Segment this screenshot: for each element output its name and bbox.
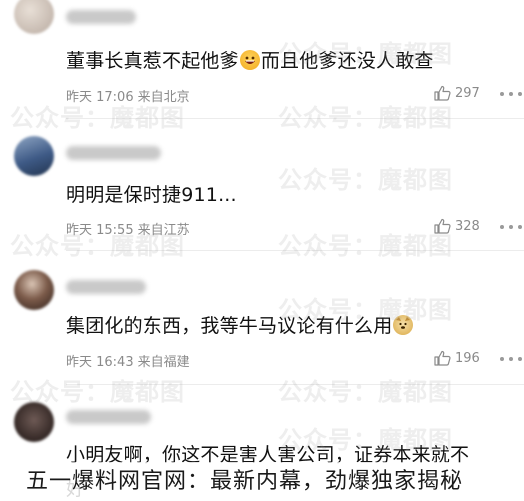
avatar[interactable]: [14, 136, 54, 176]
more-options-icon[interactable]: [500, 217, 522, 237]
avatar[interactable]: [14, 270, 54, 310]
username[interactable]: [66, 146, 161, 160]
comment-text: 董事长真惹不起他爹 而且他爹还没人敢查: [66, 46, 434, 73]
comment-meta: 昨天 15:55 来自江苏: [66, 219, 190, 238]
comment-text: 明明是保时捷911...: [66, 184, 237, 206]
like-count: 196: [455, 350, 480, 366]
comment-text: 集团化的东西，我等牛马议论有什么用: [66, 311, 414, 338]
watermark-text: 公众号：魔都图: [278, 378, 453, 406]
thumbs-up-icon: [434, 85, 451, 101]
watermark-text: 公众号：魔都图: [278, 232, 453, 260]
comment-time: 昨天 15:55: [66, 223, 134, 238]
divider: [66, 384, 524, 385]
like-button[interactable]: 196: [434, 350, 480, 366]
more-options-icon[interactable]: [500, 349, 522, 369]
comment-text-part: 而且他爹还没人敢查: [260, 50, 434, 72]
like-count: 297: [455, 85, 480, 101]
like-button[interactable]: 297: [434, 85, 480, 101]
comment-meta: 昨天 17:06 来自北京: [66, 86, 190, 105]
comment-text-part: 集团化的东西，我等牛马议论有什么用: [66, 315, 393, 337]
comment-text-part: 董事长真惹不起他爹: [66, 50, 239, 72]
promo-banner-text: 五一爆料网官网：最新内幕，劲爆独家揭秘: [26, 469, 464, 494]
like-button[interactable]: 328: [434, 218, 480, 234]
comment-location: 来自福建: [137, 355, 190, 370]
username[interactable]: [66, 280, 146, 294]
comment-meta: 昨天 16:43 来自福建: [66, 351, 190, 370]
comment-time: 昨天 17:06: [66, 90, 134, 105]
avatar[interactable]: [14, 0, 54, 34]
username[interactable]: [66, 10, 136, 24]
thumbs-up-icon: [434, 218, 451, 234]
watermark-text: 公众号：魔都图: [278, 104, 453, 132]
username[interactable]: [66, 410, 151, 424]
avatar[interactable]: [14, 402, 54, 442]
more-options-icon[interactable]: [500, 84, 522, 104]
thumbs-up-icon: [434, 350, 451, 366]
divider: [66, 118, 524, 119]
doge-emoji: [393, 315, 414, 335]
comment-time: 昨天 16:43: [66, 355, 134, 370]
comment-location: 来自北京: [137, 90, 190, 105]
like-count: 328: [455, 218, 480, 234]
grinning-face-emoji: [239, 50, 260, 70]
divider: [66, 250, 524, 251]
watermark-text: 公众号：魔都图: [278, 166, 453, 194]
comment-location: 来自江苏: [137, 223, 190, 238]
